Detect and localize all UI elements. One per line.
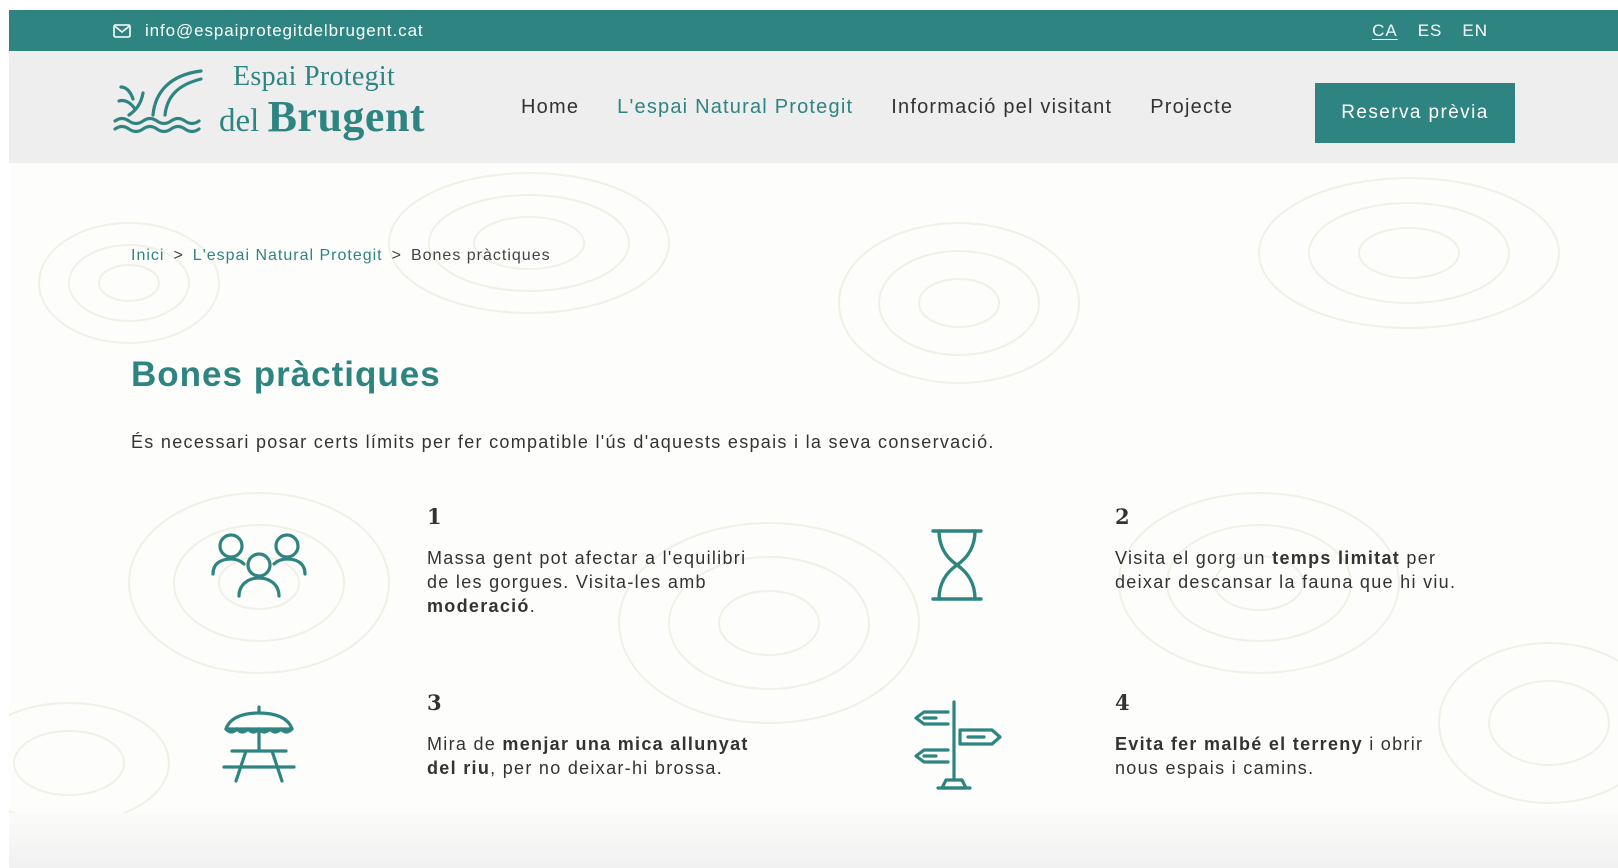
page-intro: És necessari posar certs límits per fer … bbox=[131, 432, 995, 452]
breadcrumb-item-espai-natural[interactable]: L'espai Natural Protegit bbox=[193, 247, 383, 265]
practice-number: 4 bbox=[1115, 690, 1130, 715]
practice-text: Visita el gorg un temps limitat per deix… bbox=[1115, 546, 1460, 594]
practice-text-part: . bbox=[529, 596, 537, 616]
nav-item-home[interactable]: Home bbox=[521, 96, 579, 119]
signpost-icon bbox=[914, 700, 1002, 790]
practice-number: 2 bbox=[1115, 504, 1130, 529]
practice-text: Mira de menjar una mica allunyat del riu… bbox=[427, 732, 772, 780]
breadcrumb: Inici > L'espai Natural Protegit > Bones… bbox=[131, 247, 551, 265]
logo-title-del: del bbox=[219, 103, 260, 139]
lang-es[interactable]: ES bbox=[1418, 21, 1443, 41]
practice-text-part: Massa gent pot afectar a l'equilibri de … bbox=[427, 548, 747, 592]
people-group-icon bbox=[211, 533, 307, 598]
gorge-logo-icon bbox=[113, 69, 203, 134]
practice-number: 1 bbox=[427, 504, 442, 529]
nav-item-visitant[interactable]: Informació pel visitant bbox=[891, 96, 1112, 119]
top-bar: info@espaiprotegitdelbrugent.cat CA ES E… bbox=[9, 10, 1618, 51]
nav-item-espai-natural[interactable]: L'espai Natural Protegit bbox=[617, 96, 853, 119]
breadcrumb-separator: > bbox=[173, 247, 184, 264]
page-title: Bones pràctiques bbox=[131, 355, 441, 394]
language-switcher: CA ES EN bbox=[1372, 10, 1488, 51]
page-bottom-edge bbox=[9, 813, 1618, 868]
logo-title-line2: del Brugent bbox=[219, 95, 425, 139]
contact-email-link[interactable]: info@espaiprotegitdelbrugent.cat bbox=[113, 10, 424, 51]
site-logo[interactable]: Espai Protegit del Brugent bbox=[113, 63, 425, 139]
practice-item-1: 1 Massa gent pot afectar a l'equilibri d… bbox=[199, 504, 899, 654]
nav-item-projecte[interactable]: Projecte bbox=[1150, 96, 1233, 119]
practice-text-part: , per no deixar-hi brossa. bbox=[490, 758, 724, 778]
envelope-icon bbox=[113, 23, 131, 38]
practice-text-bold: moderació bbox=[427, 596, 530, 616]
breadcrumb-separator: > bbox=[391, 247, 402, 264]
main-content: Inici > L'espai Natural Protegit > Bones… bbox=[9, 163, 1618, 813]
main-nav: Home L'espai Natural Protegit Informació… bbox=[521, 51, 1233, 163]
practice-text-part: Visita el gorg un bbox=[1115, 548, 1273, 568]
practice-text: Evita fer malbé el terreny i obrir nous … bbox=[1115, 732, 1460, 780]
browser-viewport: info@espaiprotegitdelbrugent.cat CA ES E… bbox=[9, 10, 1618, 868]
lang-ca[interactable]: CA bbox=[1372, 21, 1398, 41]
breadcrumb-item-current: Bones pràctiques bbox=[410, 247, 551, 264]
lang-en[interactable]: EN bbox=[1462, 21, 1488, 41]
practice-number: 3 bbox=[427, 690, 442, 715]
logo-title-line1: Espai Protegit bbox=[233, 61, 396, 92]
practice-text-bold: Evita fer malbé el terreny bbox=[1115, 734, 1363, 754]
reserve-button[interactable]: Reserva prèvia bbox=[1315, 83, 1515, 143]
breadcrumb-item-inici[interactable]: Inici bbox=[131, 247, 164, 265]
hourglass-icon bbox=[931, 529, 983, 601]
picnic-table-icon bbox=[222, 705, 296, 783]
contact-email[interactable]: info@espaiprotegitdelbrugent.cat bbox=[145, 21, 424, 41]
practice-text: Massa gent pot afectar a l'equilibri de … bbox=[427, 546, 772, 618]
practice-item-2: 2 Visita el gorg un temps limitat per de… bbox=[897, 504, 1597, 654]
logo-title-brugent: Brugent bbox=[267, 92, 426, 141]
site-header: Espai Protegit del Brugent Home L'espai … bbox=[9, 51, 1618, 163]
practice-text-part: Mira de bbox=[427, 734, 503, 754]
practice-text-bold: temps limitat bbox=[1272, 548, 1401, 568]
